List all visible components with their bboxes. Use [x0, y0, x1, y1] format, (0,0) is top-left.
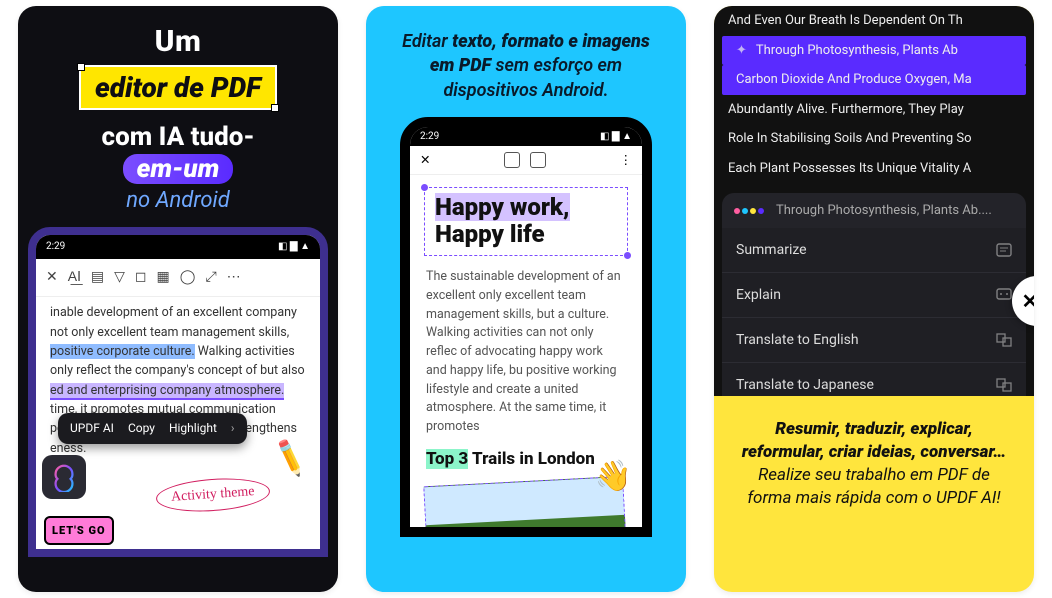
headline-line-3: com IA tudo- [28, 122, 328, 152]
doc-line: Role In Stabilising Soils And Preventing… [714, 124, 1034, 154]
headline-2: Editar texto, formato e imagens em PDF s… [366, 6, 686, 117]
editable-heading[interactable]: Happy work, Happy life [435, 194, 617, 249]
more-icon[interactable]: ⋮ [619, 152, 632, 168]
sparkle-icon: ✦ [736, 43, 747, 58]
image-selection-box[interactable]: 👋 [423, 476, 628, 537]
note-tool-icon[interactable]: ◻ [135, 267, 147, 289]
headline-pill: em-um [123, 154, 234, 184]
status-icons: ◧ ▇ ▲ [278, 239, 310, 255]
selected-text: Through Photosynthesis, Plants Ab [756, 43, 958, 58]
phone-mock-3-dark: And Even Our Breath Is Dependent On Th ✦… [714, 6, 1034, 396]
explain-icon [996, 288, 1012, 302]
headline-sub: no Android [28, 188, 328, 213]
selected-line[interactable]: ✦ Through Photosynthesis, Plants Ab [722, 36, 1026, 66]
updf-ai-badge[interactable] [42, 455, 86, 499]
doc-line: And Even Our Breath Is Dependent On Th [714, 6, 1034, 36]
document-dark: And Even Our Breath Is Dependent On Th ✦… [714, 6, 1034, 183]
context-item-highlight[interactable]: Highlight [169, 419, 217, 438]
subheading-highlight: Top 3 [426, 449, 468, 469]
doc-text: inable development of an excellent compa… [50, 305, 297, 339]
promo-card-2: Editar texto, formato e imagens em PDF s… [366, 6, 686, 592]
close-icon[interactable]: ✕ [46, 267, 58, 289]
phone-mock-1: 2:29 ◧ ▇ ▲ ✕ A͟I ▤ ▽ ◻ ▦ ◯ ⤢ ⋯ inable de… [28, 227, 328, 557]
lets-go-sticker: LET'S GO [44, 516, 114, 545]
menu-label: Translate to English [736, 332, 859, 348]
status-icons: ◧ ▇ ▲ [600, 131, 632, 142]
caption-bold: Resumir, traduzir, explicar, reformular,… [734, 418, 1014, 464]
status-bar: 2:29 ◧ ▇ ▲ [36, 235, 320, 259]
summarize-icon [996, 243, 1012, 257]
headline-block: Um editor de PDF com IA tudo- em-um no A… [18, 6, 338, 213]
promo-card-1: Um editor de PDF com IA tudo- em-um no A… [18, 6, 338, 592]
ai-action-menu: Summarize Explain Translate to English T… [722, 228, 1026, 396]
status-time: 2:29 [420, 131, 439, 142]
menu-label: Summarize [736, 242, 807, 258]
subheading-rest: Trails in London [468, 449, 595, 469]
menu-label: Explain [736, 287, 781, 303]
more-icon[interactable]: ⋯ [227, 267, 241, 289]
menu-label: Translate to Japanese [736, 377, 874, 393]
caption-3: Resumir, traduzir, explicar, reformular,… [714, 396, 1034, 532]
highlight-purple: ed and enterprising company atmosphere. [50, 383, 284, 400]
headline-highlight: editor de PDF [79, 65, 277, 110]
translate-icon [996, 378, 1012, 392]
expand-icon[interactable]: ⤢ [205, 267, 216, 289]
circle-tool-icon[interactable]: ◯ [180, 267, 196, 289]
context-item-copy[interactable]: Copy [128, 419, 155, 438]
ai-logo-dots-icon [734, 203, 766, 218]
ai-preview-row: Through Photosynthesis, Plants Ab.... [722, 193, 1026, 228]
table-tool-icon[interactable]: ▦ [157, 267, 170, 289]
context-menu: UPDF AI Copy Highlight › [58, 413, 247, 444]
shape-tool-icon[interactable]: ▽ [114, 267, 125, 289]
ai-icon[interactable]: A͟I [68, 267, 81, 289]
editor-topbar: ✕ ⋮ [410, 146, 642, 175]
menu-item-summarize[interactable]: Summarize [722, 228, 1026, 272]
highlight-blue: positive corporate culture. [50, 344, 195, 359]
wave-emoji-icon: 👋 [594, 458, 633, 495]
paragraph-text: The sustainable development of an excell… [410, 264, 642, 441]
promo-card-3: And Even Our Breath Is Dependent On Th ✦… [714, 6, 1034, 592]
context-item-ai[interactable]: UPDF AI [70, 419, 114, 438]
caption-italic: Realize seu trabalho em PDF de forma mai… [734, 464, 1014, 510]
menu-item-translate-en[interactable]: Translate to English [722, 317, 1026, 362]
status-bar: 2:29 ◧ ▇ ▲ [410, 127, 642, 146]
chevron-right-icon[interactable]: › [231, 419, 235, 438]
close-icon[interactable]: ✕ [420, 152, 430, 168]
text-tool-icon[interactable] [504, 152, 520, 168]
heading-highlight: Happy work, [435, 193, 570, 221]
editor-toolbar: ✕ A͟I ▤ ▽ ◻ ▦ ◯ ⤢ ⋯ [36, 259, 320, 298]
doc-line: Abundantly Alive. Furthermore, They Play [714, 95, 1034, 125]
headline-pre: Editar [402, 31, 452, 52]
text-selection-box[interactable]: Happy work, Happy life [424, 187, 628, 256]
phone-mock-2: 2:29 ◧ ▇ ▲ ✕ ⋮ Happy work, Happy life Th… [400, 117, 652, 537]
doc-line: Each Plant Possesses Its Unique Vitality… [714, 154, 1034, 184]
handwritten-note: Activity theme [155, 475, 271, 515]
ai-preview-text: Through Photosynthesis, Plants Ab.... [776, 203, 992, 218]
text-tool-icon[interactable]: ▤ [91, 267, 104, 289]
menu-item-translate-jp[interactable]: Translate to Japanese [722, 362, 1026, 396]
translate-icon [996, 333, 1012, 347]
image-tool-icon[interactable] [530, 152, 546, 168]
heading-line-2: Happy life [435, 220, 545, 248]
menu-item-explain[interactable]: Explain [722, 272, 1026, 317]
selected-line[interactable]: Carbon Dioxide And Produce Oxygen, Ma [722, 65, 1026, 95]
headline-line-1: Um [28, 24, 328, 59]
status-time: 2:29 [46, 239, 65, 255]
